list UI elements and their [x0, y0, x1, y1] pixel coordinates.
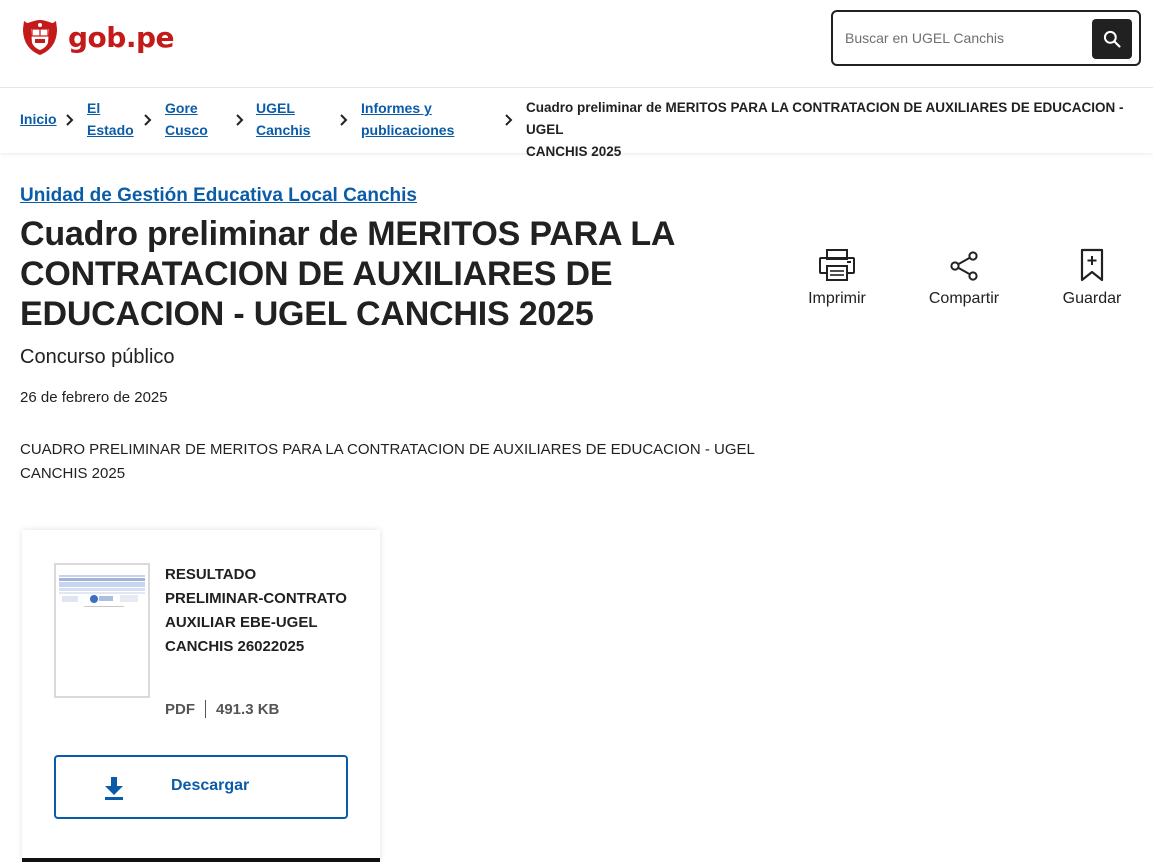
search-button[interactable]: [1092, 19, 1132, 59]
share-button[interactable]: Compartir: [914, 246, 1014, 308]
breadcrumb-el-estado-line1: El: [87, 100, 101, 116]
breadcrumb-gore-cusco-line1: Gore: [165, 100, 198, 116]
gob-pe-logo[interactable]: gob.pe: [20, 17, 175, 57]
breadcrumb-gore-cusco-line2: Cusco: [165, 122, 208, 138]
chevron-right-icon: [66, 114, 74, 126]
breadcrumb-current-line1: Cuadro preliminar de MERITOS PARA LA CON…: [526, 100, 1124, 137]
breadcrumb-current-line2: CANCHIS 2025: [526, 144, 622, 159]
chevron-right-icon: [340, 114, 348, 126]
breadcrumb-informes-line1: Informes y: [361, 100, 432, 116]
page-title: Cuadro preliminar de MERITOS PARA LA CON…: [20, 215, 674, 333]
breadcrumb-informes[interactable]: Informes y publicaciones: [361, 97, 454, 141]
breadcrumb-current: Cuadro preliminar de MERITOS PARA LA CON…: [526, 97, 1146, 163]
page-description: CUADRO PRELIMINAR DE MERITOS PARA LA CON…: [20, 441, 755, 482]
document-size: 491.3 KB: [216, 700, 280, 718]
breadcrumb-ugel-canchis[interactable]: UGEL Canchis: [256, 97, 310, 141]
breadcrumb-el-estado[interactable]: El Estado: [87, 97, 134, 141]
content-type: Concurso público: [20, 346, 175, 368]
document-card: RESULTADO PRELIMINAR-CONTRATO AUXILIAR E…: [22, 530, 380, 862]
meta-divider: [205, 700, 206, 718]
breadcrumb-informes-line2: publicaciones: [361, 122, 455, 138]
share-icon: [950, 251, 978, 281]
breadcrumb-el-estado-line2: Estado: [87, 122, 134, 138]
search-input[interactable]: [845, 25, 1085, 51]
breadcrumb-ugel-canchis-line2: Canchis: [256, 122, 311, 138]
download-button[interactable]: Descargar: [54, 755, 348, 819]
breadcrumb-inicio[interactable]: Inicio: [20, 108, 57, 130]
breadcrumb-gore-cusco[interactable]: Gore Cusco: [165, 97, 208, 141]
download-label: Descargar: [171, 777, 250, 794]
publish-date: 26 de febrero de 2025: [20, 389, 168, 406]
share-label: Compartir: [928, 290, 1000, 307]
save-button[interactable]: Guardar: [1042, 246, 1142, 308]
peru-coat-of-arms-icon: [23, 20, 57, 55]
document-thumbnail[interactable]: [54, 563, 150, 698]
chevron-right-icon: [505, 114, 513, 126]
document-preview-image: [56, 565, 148, 696]
bookmark-icon: [1080, 248, 1104, 282]
breadcrumb: Inicio El Estado Gore Cusco UGEL Canchis…: [0, 89, 1153, 159]
chevron-right-icon: [236, 114, 244, 126]
site-header: gob.pe: [0, 0, 1153, 88]
save-label: Guardar: [1062, 290, 1122, 307]
search-box: [831, 10, 1141, 66]
document-meta: PDF 491.3 KB: [165, 700, 279, 718]
institution-link[interactable]: Unidad de Gestión Educativa Local Canchi…: [20, 185, 417, 207]
print-label: Imprimir: [808, 290, 866, 307]
printer-icon: [819, 249, 855, 281]
breadcrumb-ugel-canchis-line1: UGEL: [256, 100, 295, 116]
document-type: PDF: [165, 700, 195, 718]
search-icon: [1103, 30, 1121, 48]
download-icon: [105, 777, 123, 800]
print-button[interactable]: Imprimir: [787, 246, 887, 308]
document-title: RESULTADO PRELIMINAR-CONTRATO AUXILIAR E…: [165, 566, 347, 655]
chevron-right-icon: [144, 114, 152, 126]
logo-text: gob.pe: [68, 20, 175, 54]
